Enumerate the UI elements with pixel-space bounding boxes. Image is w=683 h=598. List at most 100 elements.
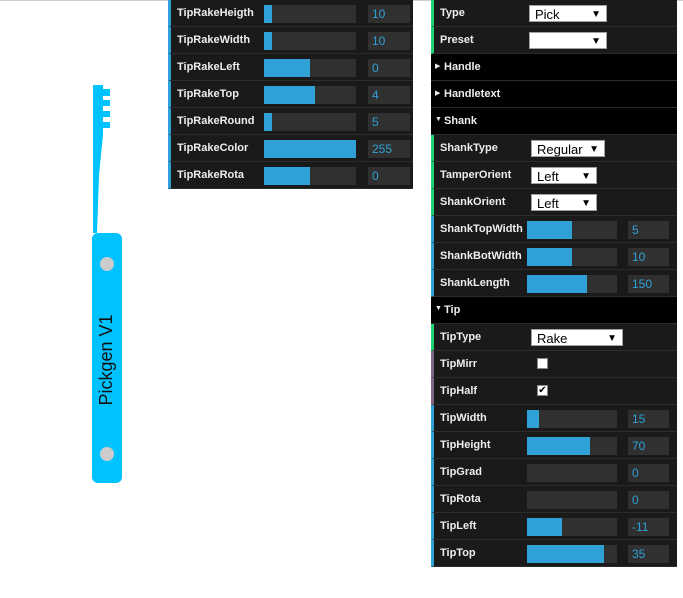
folder-title: Tip <box>444 304 461 316</box>
row-label: TamperOrient <box>440 169 512 181</box>
tipwidth-input[interactable]: 15 <box>628 410 669 428</box>
rake-settings-panel: TipRakeHeigth 10 TipRakeWidth 10 TipRake… <box>168 0 413 189</box>
tamperorient-select[interactable]: Left ▼ <box>531 167 597 184</box>
slider-fill <box>264 5 273 23</box>
pick-label: Pickgen V1 <box>96 314 116 405</box>
tiprakecolor-input[interactable]: 255 <box>368 140 410 158</box>
tiptop-slider[interactable] <box>527 545 617 563</box>
row-tamperorient: TamperOrient Left ▼ <box>431 162 677 189</box>
row-shanktype: ShankType Regular ▼ <box>431 135 677 162</box>
tiptype-select[interactable]: Rake ▼ <box>531 329 623 346</box>
slider-fill <box>264 140 356 158</box>
tiprakerota-input[interactable]: 0 <box>368 167 410 185</box>
shanklength-input[interactable]: 150 <box>628 275 669 293</box>
select-value: Pick <box>535 7 560 22</box>
chevron-down-icon: ▼ <box>581 198 591 209</box>
folder-title: Handle <box>444 61 481 73</box>
select-value: Regular <box>537 142 583 157</box>
row-label: TipRakeLeft <box>177 61 240 73</box>
row-shankbotwidth: ShankBotWidth 10 <box>431 243 677 270</box>
shankbotwidth-input[interactable]: 10 <box>628 248 669 266</box>
tiprakeround-slider[interactable] <box>264 113 356 131</box>
row-tiprakecolor: TipRakeColor 255 <box>168 135 413 162</box>
folder-shank[interactable]: ▼ Shank <box>431 108 677 135</box>
folder-tip[interactable]: ▼ Tip <box>431 297 677 324</box>
shankbotwidth-slider[interactable] <box>527 248 617 266</box>
shank-folder-content: ShankType Regular ▼ TamperOrient Left ▼ … <box>431 135 677 297</box>
tipraketop-input[interactable]: 4 <box>368 86 410 104</box>
row-tiprota: TipRota 0 <box>431 486 677 513</box>
tiprakeheigth-slider[interactable] <box>264 5 356 23</box>
tipleft-slider[interactable] <box>527 518 617 536</box>
folder-title: Handletext <box>444 88 501 100</box>
row-label: TipRakeTop <box>177 88 239 100</box>
tipgrad-input[interactable]: 0 <box>628 464 669 482</box>
slider-fill <box>527 437 590 455</box>
row-tipleft: TipLeft -11 <box>431 513 677 540</box>
tiprakeheigth-input[interactable]: 10 <box>368 5 410 23</box>
tiphalf-checkbox[interactable]: ✔ <box>537 385 548 396</box>
row-tiprakerota: TipRakeRota 0 <box>168 162 413 189</box>
row-tiprakeround: TipRakeRound 5 <box>168 108 413 135</box>
row-label: ShankType <box>440 142 498 154</box>
row-tiprakeleft: TipRakeLeft 0 <box>168 54 413 81</box>
row-label: ShankLength <box>440 277 510 289</box>
row-type: Type Pick ▼ <box>431 0 677 27</box>
tiprakewidth-input[interactable]: 10 <box>368 32 410 50</box>
row-tiprakewidth: TipRakeWidth 10 <box>168 27 413 54</box>
row-label: TipTop <box>440 547 476 559</box>
row-label: ShankOrient <box>440 196 506 208</box>
tiprota-input[interactable]: 0 <box>628 491 669 509</box>
type-select[interactable]: Pick ▼ <box>529 5 607 22</box>
handle-hole-top <box>100 257 114 271</box>
folder-title: Shank <box>444 115 478 127</box>
tipwidth-slider[interactable] <box>527 410 617 428</box>
row-label: TipType <box>440 331 482 343</box>
tiprakerota-slider[interactable] <box>264 167 356 185</box>
tipheight-slider[interactable] <box>527 437 617 455</box>
row-label: TipRakeHeigth <box>177 7 254 19</box>
row-tipraketop: TipRakeTop 4 <box>168 81 413 108</box>
slider-fill <box>527 248 572 266</box>
tipraketop-slider[interactable] <box>264 86 356 104</box>
tiprota-slider[interactable] <box>527 491 617 509</box>
row-tipwidth: TipWidth 15 <box>431 405 677 432</box>
slider-fill <box>527 410 539 428</box>
shanktype-select[interactable]: Regular ▼ <box>531 140 605 157</box>
tiptop-input[interactable]: 35 <box>628 545 669 563</box>
slider-fill <box>527 518 563 536</box>
folder-handle[interactable]: ▶ Handle <box>431 54 677 81</box>
tipheight-input[interactable]: 70 <box>628 437 669 455</box>
folder-handletext[interactable]: ▶ Handletext <box>431 81 677 108</box>
shanklength-slider[interactable] <box>527 275 617 293</box>
slider-fill <box>527 221 572 239</box>
row-label: TipLeft <box>440 520 477 532</box>
tiprakeleft-slider[interactable] <box>264 59 356 77</box>
shankorient-select[interactable]: Left ▼ <box>531 194 597 211</box>
row-label: TipRakeRound <box>177 115 255 127</box>
row-shanktopwidth: ShankTopWidth 5 <box>431 216 677 243</box>
preset-select[interactable]: ▼ <box>529 32 607 49</box>
checkmark-icon: ✔ <box>538 385 547 396</box>
tiprakeleft-input[interactable]: 0 <box>368 59 410 77</box>
row-label: TipRakeRota <box>177 169 245 181</box>
select-value: Rake <box>537 331 568 346</box>
row-tipgrad: TipGrad 0 <box>431 459 677 486</box>
slider-fill <box>264 113 273 131</box>
tiprakecolor-slider[interactable] <box>264 140 356 158</box>
slider-fill <box>264 32 273 50</box>
tipleft-input[interactable]: -11 <box>628 518 669 536</box>
tipmirr-checkbox[interactable] <box>537 358 548 369</box>
row-label: TipHeight <box>440 439 491 451</box>
tiprakeround-input[interactable]: 5 <box>368 113 410 131</box>
slider-fill <box>264 86 315 104</box>
row-preset: Preset ▼ <box>431 27 677 54</box>
tipgrad-slider[interactable] <box>527 464 617 482</box>
shanktopwidth-slider[interactable] <box>527 221 617 239</box>
chevron-down-icon: ▼ <box>591 9 601 20</box>
main-settings-panel: Type Pick ▼ Preset ▼ ▶ Handle ▶ Handlete… <box>431 0 677 567</box>
tiprakewidth-slider[interactable] <box>264 32 356 50</box>
row-label: TipWidth <box>440 412 487 424</box>
shanktopwidth-input[interactable]: 5 <box>628 221 669 239</box>
row-label: TipGrad <box>440 466 482 478</box>
